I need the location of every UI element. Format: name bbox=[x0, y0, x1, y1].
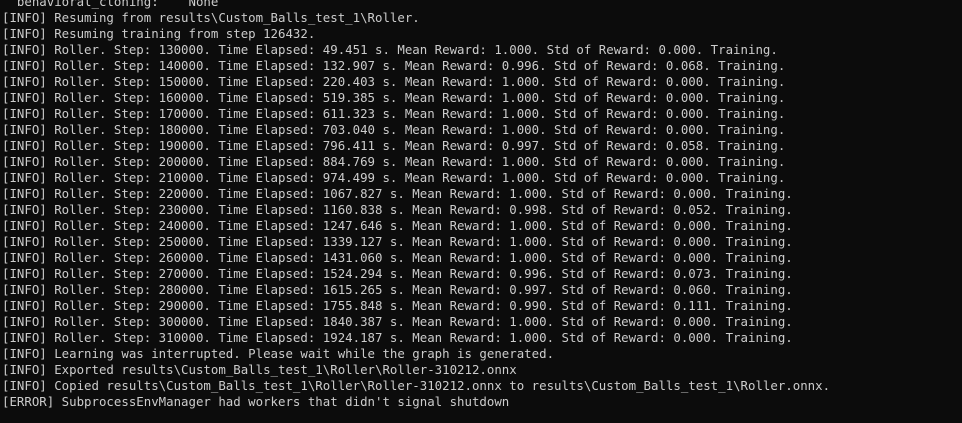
terminal-line: [INFO] Roller. Step: 250000. Time Elapse… bbox=[2, 234, 793, 249]
terminal-line: [INFO] Roller. Step: 260000. Time Elapse… bbox=[2, 250, 793, 265]
terminal-line: [INFO] Learning was interrupted. Please … bbox=[2, 346, 555, 361]
terminal-line: [INFO] Roller. Step: 210000. Time Elapse… bbox=[2, 170, 786, 185]
terminal-line: [ERROR] SubprocessEnvManager had workers… bbox=[2, 394, 510, 409]
terminal-line: [INFO] Roller. Step: 310000. Time Elapse… bbox=[2, 330, 793, 345]
terminal-line: [INFO] Roller. Step: 240000. Time Elapse… bbox=[2, 218, 793, 233]
terminal-line: [INFO] Roller. Step: 300000. Time Elapse… bbox=[2, 314, 793, 329]
terminal-line: [INFO] Roller. Step: 180000. Time Elapse… bbox=[2, 122, 786, 137]
terminal-line: [INFO] Roller. Step: 230000. Time Elapse… bbox=[2, 202, 793, 217]
terminal-line: [INFO] Roller. Step: 150000. Time Elapse… bbox=[2, 74, 786, 89]
terminal-line: [INFO] Roller. Step: 280000. Time Elapse… bbox=[2, 282, 793, 297]
terminal-output[interactable]: behavioral_cloning: None [INFO] Resuming… bbox=[0, 0, 962, 423]
terminal-line: [INFO] Exported results\Custom_Balls_tes… bbox=[2, 362, 517, 377]
terminal-line: [INFO] Roller. Step: 130000. Time Elapse… bbox=[2, 42, 778, 57]
terminal-line: [INFO] Resuming training from step 12643… bbox=[2, 26, 316, 41]
terminal-line: [INFO] Roller. Step: 160000. Time Elapse… bbox=[2, 90, 786, 105]
terminal-line: [INFO] Roller. Step: 200000. Time Elapse… bbox=[2, 154, 786, 169]
terminal-line: [INFO] Roller. Step: 220000. Time Elapse… bbox=[2, 186, 793, 201]
terminal-line: [INFO] Resuming from results\Custom_Ball… bbox=[2, 10, 420, 25]
terminal-line: [INFO] Roller. Step: 190000. Time Elapse… bbox=[2, 138, 786, 153]
terminal-line: [INFO] Roller. Step: 170000. Time Elapse… bbox=[2, 106, 786, 121]
terminal-line: [INFO] Roller. Step: 270000. Time Elapse… bbox=[2, 266, 793, 281]
terminal-line: [INFO] Copied results\Custom_Balls_test_… bbox=[2, 378, 831, 393]
terminal-line: [INFO] Roller. Step: 290000. Time Elapse… bbox=[2, 298, 793, 313]
terminal-line: [INFO] Roller. Step: 140000. Time Elapse… bbox=[2, 58, 786, 73]
terminal-line: behavioral_cloning: None bbox=[2, 0, 219, 9]
